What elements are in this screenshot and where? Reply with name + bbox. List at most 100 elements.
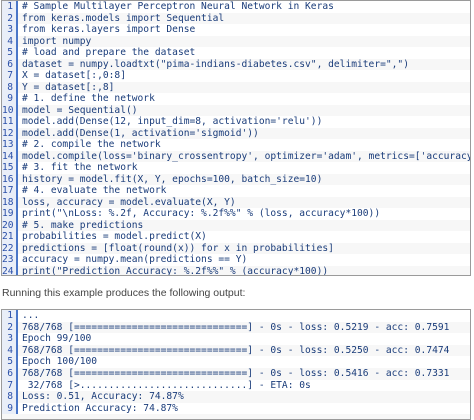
code-line: 5 Epoch 100/100: [2, 356, 470, 368]
code-block-output: 1... 2 768/768 [==========================…: [1, 309, 471, 420]
line-number: 9: [2, 93, 18, 105]
code-text: ...: [22, 310, 40, 321]
code-line: 9 Prediction Accuracy: 74.87%: [2, 402, 470, 415]
code-line: 7 32/768 [>.............................…: [2, 379, 470, 392]
code-text: Loss: 0.51, Accuracy: 74.87%: [22, 391, 184, 403]
line-number: 6: [2, 367, 18, 380]
line-number: 5: [2, 47, 18, 59]
code-line: 13 # 2. compile the network: [2, 139, 470, 151]
code-text: # load and prepare the dataset: [22, 47, 196, 58]
line-number: 1: [2, 310, 18, 322]
code-text: # Sample Multilayer Perceptron Neural Ne…: [22, 1, 334, 12]
code-text: # 4. evaluate the network: [22, 185, 167, 196]
code-text: accuracy = numpy.mean(predictions == Y): [22, 254, 248, 265]
code-line: 6 768/768 [==============================…: [2, 367, 470, 380]
code-text: import numpy: [22, 35, 92, 47]
code-text: # 2. compile the network: [22, 139, 161, 150]
code-line: 14 model.compile(loss='binary_crossentrop…: [2, 150, 471, 162]
code-line: 19 print("\nLoss: %.2f, Accuracy: %.2f%%"…: [2, 208, 470, 220]
code-line: 21 probabilities = model.predict(X): [2, 231, 470, 243]
line-number: 22: [2, 242, 18, 254]
line-number: 6: [2, 58, 18, 70]
code-line: 6 dataset = numpy.loadtxt("pima-indians-d…: [2, 58, 470, 70]
code-line: 12 model.add(Dense(1, activation='sigmoid…: [2, 127, 470, 139]
code-line: 16 history = model.fit(X, Y, epochs=100, …: [2, 173, 470, 185]
line-number: 23: [2, 254, 18, 266]
line-number: 9: [2, 402, 18, 415]
code-text: print("\nLoss: %.2f, Accuracy: %.2f%%" %…: [22, 208, 381, 219]
line-number: 7: [2, 379, 18, 392]
line-number: 8: [2, 81, 18, 93]
code-text: model.compile(loss='binary_crossentropy'…: [22, 150, 471, 162]
code-text: Y = dataset[:,8]: [22, 81, 115, 93]
line-number: 24: [2, 265, 18, 275]
code-line: 15 # 3. fit the network: [2, 162, 470, 174]
code-line: 18 loss, accuracy = model.evaluate(X, Y): [2, 196, 470, 208]
code-line: 24 print("Prediction Accuracy: %.2f%%" % …: [2, 265, 470, 276]
code-line: 20 # 5. make predictions: [2, 219, 470, 231]
code-line: 2 768/768 [==============================…: [2, 321, 470, 334]
code-line: 3 from keras.layers import Dense: [2, 24, 470, 36]
code-line: 9 # 1. define the network: [2, 93, 470, 105]
code-text: loss, accuracy = model.evaluate(X, Y): [22, 196, 236, 208]
line-number: 17: [2, 185, 18, 197]
code-line: 23 accuracy = numpy.mean(predictions == Y…: [2, 254, 470, 266]
line-number: 4: [2, 35, 18, 47]
code-line: 3 Epoch 99/100: [2, 333, 470, 345]
code-text: print("Prediction Accuracy: %.2f%%" % (a…: [22, 265, 329, 276]
code-text: model.add(Dense(1, activation='sigmoid')…: [22, 127, 259, 139]
code-line: 8 Y = dataset[:,8]: [2, 81, 470, 93]
line-number: 13: [2, 139, 18, 151]
code-line: 5 # load and prepare the dataset: [2, 47, 470, 59]
line-number: 16: [2, 173, 18, 185]
line-number: 15: [2, 162, 18, 174]
line-number: 21: [2, 231, 18, 243]
code-line: 11 model.add(Dense(12, input_dim=8, activ…: [2, 116, 470, 128]
code-text: dataset = numpy.loadtxt("pima-indians-di…: [22, 58, 409, 70]
line-number: 1: [2, 1, 18, 13]
line-number: 18: [2, 196, 18, 208]
code-text: Epoch 99/100: [22, 333, 92, 345]
line-number: 12: [2, 127, 18, 139]
code-text: from keras.models import Sequential: [22, 12, 225, 24]
code-text: # 1. define the network: [22, 93, 155, 104]
code-text: 32/768 [>.............................] …: [22, 379, 311, 391]
line-number: 2: [2, 321, 18, 334]
code-text: X = dataset[:,0:8]: [22, 70, 126, 81]
code-line: 1...: [2, 310, 470, 322]
line-number: 8: [2, 391, 18, 403]
code-text: model.add(Dense(12, input_dim=8, activat…: [22, 116, 323, 127]
output-intro-text: Running this example produces the follow…: [2, 287, 246, 299]
code-line: 17 # 4. evaluate the network: [2, 185, 470, 197]
code-line: 7 X = dataset[:,0:8]: [2, 70, 470, 82]
code-line: 22 predictions = [float(round(x)) for x i…: [2, 242, 470, 254]
code-text: predictions = [float(round(x)) for x in …: [22, 242, 334, 254]
code-text: Epoch 100/100: [22, 356, 98, 368]
line-number: 4: [2, 344, 18, 357]
line-number: 5: [2, 356, 18, 368]
code-text: Prediction Accuracy: 74.87%: [22, 402, 178, 414]
line-number: 7: [2, 70, 18, 82]
code-line: 4 768/768 [==============================…: [2, 344, 470, 357]
line-number: 19: [2, 208, 18, 220]
code-text: # 3. fit the network: [22, 162, 138, 173]
code-line: 8 Loss: 0.51, Accuracy: 74.87%: [2, 391, 470, 403]
code-text: history = model.fit(X, Y, epochs=100, ba…: [22, 173, 323, 185]
line-number: 10: [2, 104, 18, 116]
code-line: 1 # Sample Multilayer Perceptron Neural N…: [2, 1, 470, 13]
code-line: 10 model = Sequential(): [2, 104, 470, 116]
line-number: 11: [2, 116, 18, 128]
line-number: 14: [2, 150, 18, 162]
code-block-source: 1 # Sample Multilayer Perceptron Neural N…: [1, 0, 471, 276]
code-text: 768/768 [==============================]…: [22, 367, 450, 379]
code-text: model = Sequential(): [22, 104, 138, 116]
code-line: 2 from keras.models import Sequential: [2, 12, 470, 24]
code-text: 768/768 [==============================]…: [22, 321, 450, 333]
line-number: 20: [2, 219, 18, 231]
line-number: 3: [2, 24, 18, 36]
line-number: 3: [2, 333, 18, 345]
code-text: probabilities = model.predict(X): [22, 231, 207, 242]
code-text: # 5. make predictions: [22, 219, 144, 231]
code-line: 4 import numpy: [2, 35, 470, 47]
code-text: from keras.layers import Dense: [22, 24, 196, 35]
